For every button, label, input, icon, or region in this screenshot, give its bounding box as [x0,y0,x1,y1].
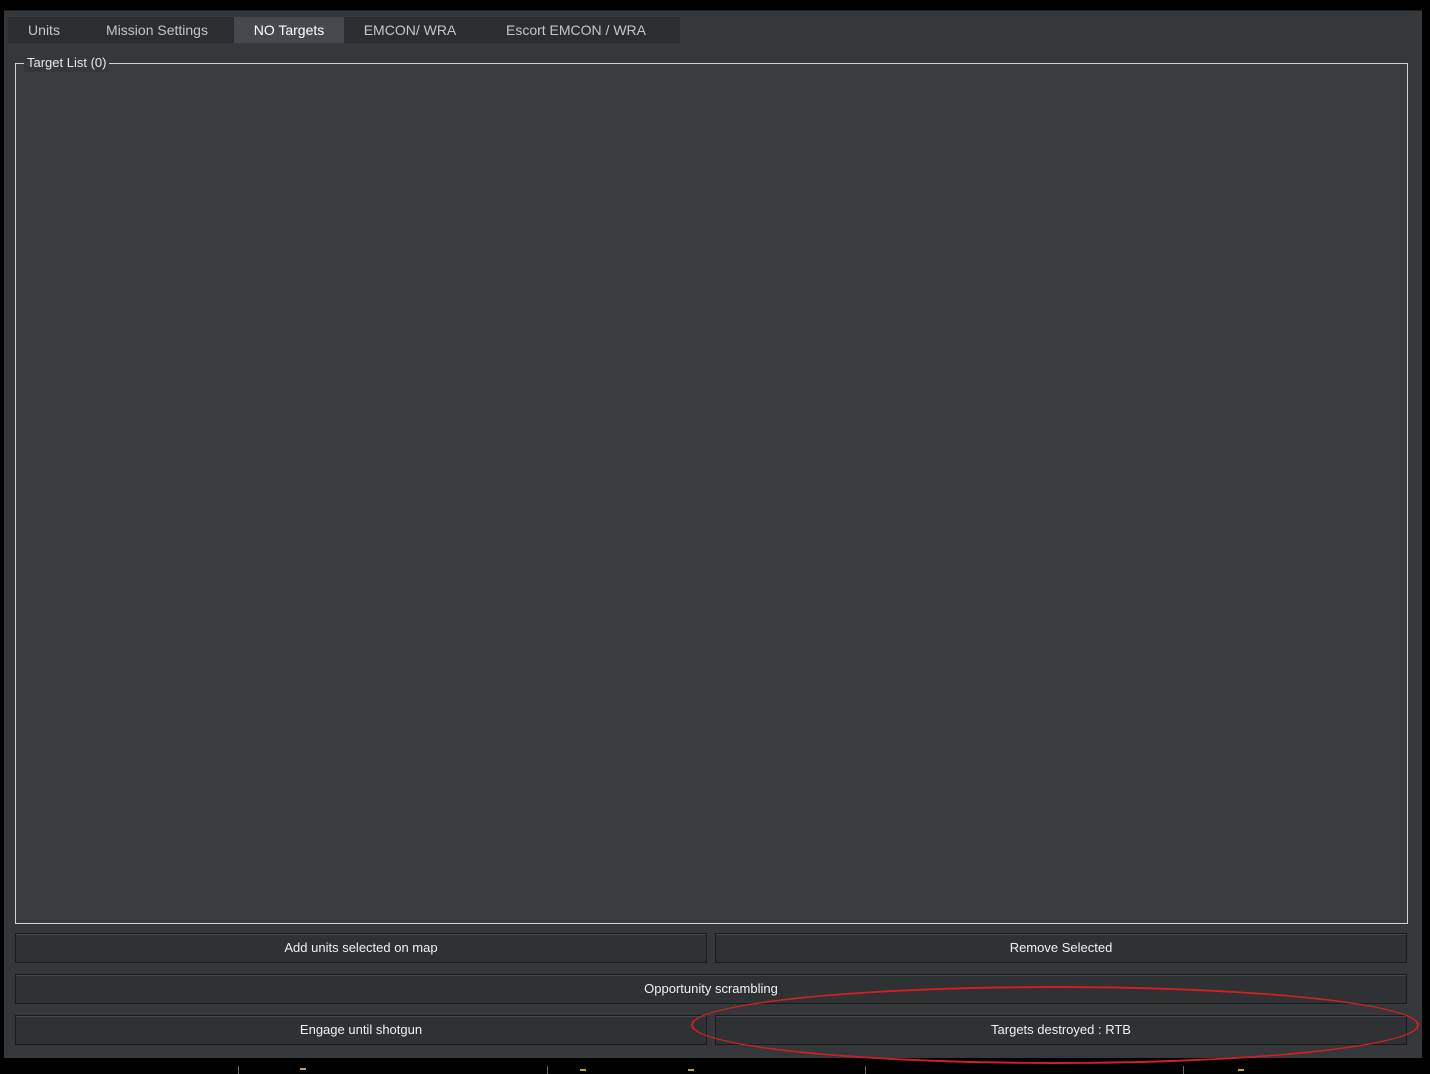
tab-no-targets[interactable]: NO Targets [234,17,344,43]
target-list-group[interactable]: Target List (0) [15,54,1408,924]
mission-editor-window: Units Mission Settings NO Targets EMCON/… [4,10,1422,1058]
map-track-mark [1238,1069,1244,1071]
engage-until-shotgun-button[interactable]: Engage until shotgun [15,1015,707,1045]
tab-units[interactable]: Units [8,17,80,43]
map-grid-tick [238,1066,239,1074]
add-units-button[interactable]: Add units selected on map [15,933,707,963]
remove-selected-button[interactable]: Remove Selected [715,933,1407,963]
tab-bar: Units Mission Settings NO Targets EMCON/… [8,17,680,43]
targets-destroyed-rtb-button[interactable]: Targets destroyed : RTB [715,1015,1407,1045]
tab-escort-emcon-wra[interactable]: Escort EMCON / WRA [476,17,676,43]
tab-mission-settings[interactable]: Mission Settings [80,17,234,43]
map-grid-tick [865,1066,866,1074]
map-grid-tick [547,1066,548,1074]
map-track-mark [580,1069,586,1071]
tab-emcon-wra[interactable]: EMCON/ WRA [344,17,476,43]
map-grid-tick [1183,1066,1184,1074]
map-track-mark [300,1068,306,1070]
map-track-mark [688,1069,694,1071]
target-list-title: Target List (0) [24,54,110,72]
opportunity-scrambling-button[interactable]: Opportunity scrambling [15,974,1407,1004]
